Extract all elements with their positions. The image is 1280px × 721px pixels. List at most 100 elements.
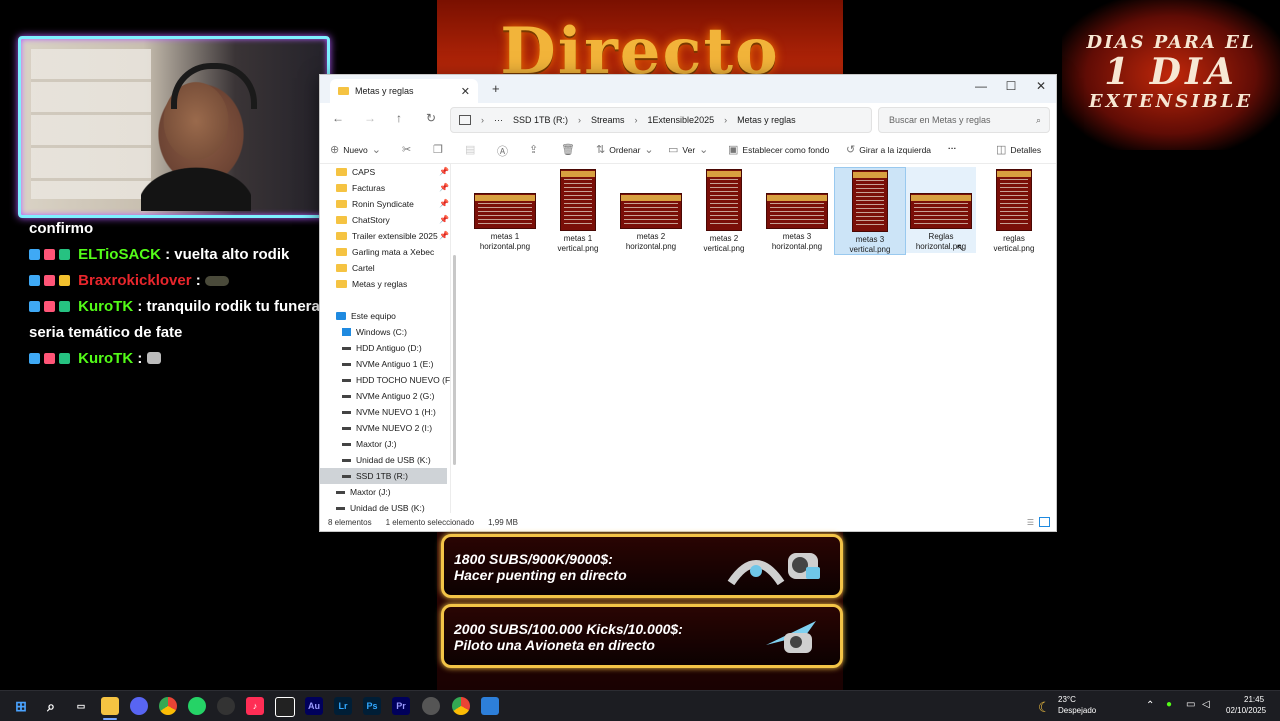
copy-button[interactable]: ❐	[433, 143, 443, 156]
weather-temp[interactable]: 23°C	[1058, 695, 1076, 704]
file-item[interactable]: metas 2 horizontal.png	[616, 167, 686, 253]
microphone-icon[interactable]: ●	[1166, 699, 1172, 710]
list-view-icon[interactable]: ☰	[1027, 518, 1034, 527]
pin-icon: 📌	[439, 183, 449, 192]
refresh-icon[interactable]: ↻	[426, 111, 436, 125]
sidebar-item-ssd-selected[interactable]: SSD 1TB (R:)	[320, 468, 447, 484]
whatsapp-icon[interactable]	[188, 697, 206, 715]
file-item[interactable]: metas 3 horizontal.png	[762, 167, 832, 253]
premiere-icon[interactable]: Pr	[392, 697, 410, 715]
discord-icon[interactable]	[130, 697, 148, 715]
breadcrumb-item[interactable]: SSD 1TB (R:)	[513, 115, 568, 125]
back-arrow-icon[interactable]: ←	[332, 111, 344, 125]
sidebar-item-drive[interactable]: Unidad de USB (K:)	[336, 501, 425, 513]
sidebar-item-drive[interactable]: NVMe NUEVO 2 (I:)	[342, 421, 432, 435]
title-bar[interactable]: Metas y reglas ✕ + — ☐ ✕	[320, 75, 1056, 103]
breadcrumb-item[interactable]: Streams	[591, 115, 625, 125]
task-view-icon[interactable]: ▭	[72, 697, 90, 715]
view-button[interactable]: ▭ Ver ⌄	[668, 143, 708, 156]
thumb-header	[561, 171, 595, 177]
rename-button[interactable]: Ⓐ	[497, 143, 508, 159]
maximize-button[interactable]: ☐	[996, 79, 1026, 93]
chevron-up-icon[interactable]: ⌃	[1146, 700, 1154, 711]
paste-button[interactable]: ▤	[465, 143, 475, 156]
minimize-button[interactable]: —	[966, 79, 996, 93]
breadcrumb[interactable]: › ··· SSD 1TB (R:) › Streams › 1Extensib…	[450, 107, 872, 133]
set-background-button[interactable]: ▣ Establecer como fondo	[728, 143, 829, 156]
file-item[interactable]: metas 2 vertical.png	[689, 167, 759, 253]
wallpaper-icon: ▣	[728, 144, 739, 156]
more-options-button[interactable]: ···	[948, 143, 957, 153]
close-tab-icon[interactable]: ✕	[461, 85, 470, 98]
grid-view-icon[interactable]	[1039, 517, 1050, 527]
sidebar-item-drive[interactable]: Windows (C:)	[342, 325, 407, 339]
sidebar-item-drive[interactable]: Maxtor (J:)	[336, 485, 391, 499]
delete-button[interactable]: 🗑	[561, 143, 575, 156]
chrome-alt-icon[interactable]	[452, 697, 470, 715]
breadcrumb-item[interactable]: 1Extensible2025	[648, 115, 715, 125]
lightroom-icon[interactable]: Lr	[334, 697, 352, 715]
sidebar-item-chatstory[interactable]: ChatStory	[336, 213, 390, 227]
badge-icon	[44, 275, 55, 286]
sidebar-item-metas[interactable]: Metas y reglas	[336, 277, 407, 291]
sidebar-item-ronin[interactable]: Ronin Syndicate	[336, 197, 414, 211]
new-tab-button[interactable]: +	[492, 81, 500, 96]
breadcrumb-item[interactable]: Metas y reglas	[737, 115, 796, 125]
sidebar-item-cartel[interactable]: Cartel	[336, 261, 375, 275]
sidebar-item-facturas[interactable]: Facturas	[336, 181, 385, 195]
details-button[interactable]: ◫ Detalles	[996, 143, 1041, 156]
photos-icon[interactable]	[481, 697, 499, 715]
sidebar-item-label: Trailer extensible 2025	[352, 231, 438, 241]
search-input[interactable]: Buscar en Metas y reglas ⌕	[878, 107, 1050, 133]
sidebar-item-drive[interactable]: HDD TOCHO NUEVO (F:)	[342, 373, 450, 387]
obs-icon[interactable]	[217, 697, 235, 715]
sidebar-item-drive[interactable]: NVMe Antiguo 2 (G:)	[342, 389, 434, 403]
file-item[interactable]: metas 1 horizontal.png	[470, 167, 540, 253]
explorer-tab[interactable]: Metas y reglas ✕	[330, 79, 478, 103]
sidebar-item-drive[interactable]: Unidad de USB (K:)	[342, 453, 431, 467]
file-name-line2: horizontal.png	[479, 242, 531, 251]
file-item[interactable]: metas 1 vertical.png	[543, 167, 613, 253]
thumb-rows	[710, 179, 738, 227]
sidebar-item-drive[interactable]: NVMe NUEVO 1 (H:)	[342, 405, 436, 419]
capcut-icon[interactable]	[275, 697, 295, 717]
file-item[interactable]: reglas vertical.png	[979, 167, 1049, 253]
new-button[interactable]: ⊕ Nuevo ⌄	[330, 143, 381, 156]
cut-button[interactable]: ✂	[402, 143, 411, 156]
thumb-header	[997, 171, 1031, 177]
file-item-hover[interactable]: Reglas horizontal.png	[906, 167, 976, 253]
sidebar-item-trailer[interactable]: Trailer extensible 2025	[336, 229, 438, 243]
search-icon[interactable]: ⌕	[42, 697, 60, 715]
sidebar-item-label: Ronin Syndicate	[352, 199, 414, 209]
thumb-rows	[856, 180, 884, 228]
weather-desc[interactable]: Despejado	[1058, 706, 1096, 715]
volume-icon[interactable]: ◁	[1202, 699, 1210, 710]
network-icon[interactable]: ▭	[1186, 699, 1195, 710]
clock-time[interactable]: 21:45	[1244, 695, 1264, 704]
sidebar-item-drive[interactable]: Maxtor (J:)	[342, 437, 397, 451]
sidebar-item-garling[interactable]: Garling mata a Xebec	[336, 245, 434, 259]
tiktok-icon[interactable]: ♪	[246, 697, 264, 715]
forward-arrow-icon[interactable]: →	[364, 111, 376, 125]
start-icon[interactable]: ⊞	[12, 697, 30, 715]
sidebar-item-drive[interactable]: HDD Antiguo (D:)	[342, 341, 422, 355]
up-arrow-icon[interactable]: ↑	[396, 111, 402, 125]
sidebar-item-caps[interactable]: CAPS	[336, 165, 375, 179]
file-item-selected[interactable]: metas 3 vertical.png	[834, 167, 906, 255]
chrome-icon[interactable]	[159, 697, 177, 715]
file-name-line2: vertical.png	[557, 244, 599, 253]
audition-icon[interactable]: Au	[305, 697, 323, 715]
sort-button[interactable]: ⇅ Ordenar ⌄	[596, 143, 654, 156]
photoshop-icon[interactable]: Ps	[363, 697, 381, 715]
sidebar-item-drive[interactable]: NVMe Antiguo 1 (E:)	[342, 357, 433, 371]
breadcrumb-more[interactable]: ···	[494, 115, 503, 125]
settings-icon[interactable]	[422, 697, 440, 715]
file-explorer-icon[interactable]	[101, 697, 119, 715]
close-button[interactable]: ✕	[1026, 79, 1056, 93]
thumb-header	[853, 172, 887, 178]
share-button[interactable]: ⇪	[529, 143, 538, 156]
clock-date[interactable]: 02/10/2025	[1226, 706, 1266, 715]
sidebar-item-this-pc[interactable]: Este equipo	[336, 309, 396, 323]
file-explorer-window[interactable]: Metas y reglas ✕ + — ☐ ✕ ← → ↑ ↻ › ··· S…	[319, 74, 1057, 532]
rotate-left-button[interactable]: ↺ Girar a la izquierda	[846, 143, 931, 156]
